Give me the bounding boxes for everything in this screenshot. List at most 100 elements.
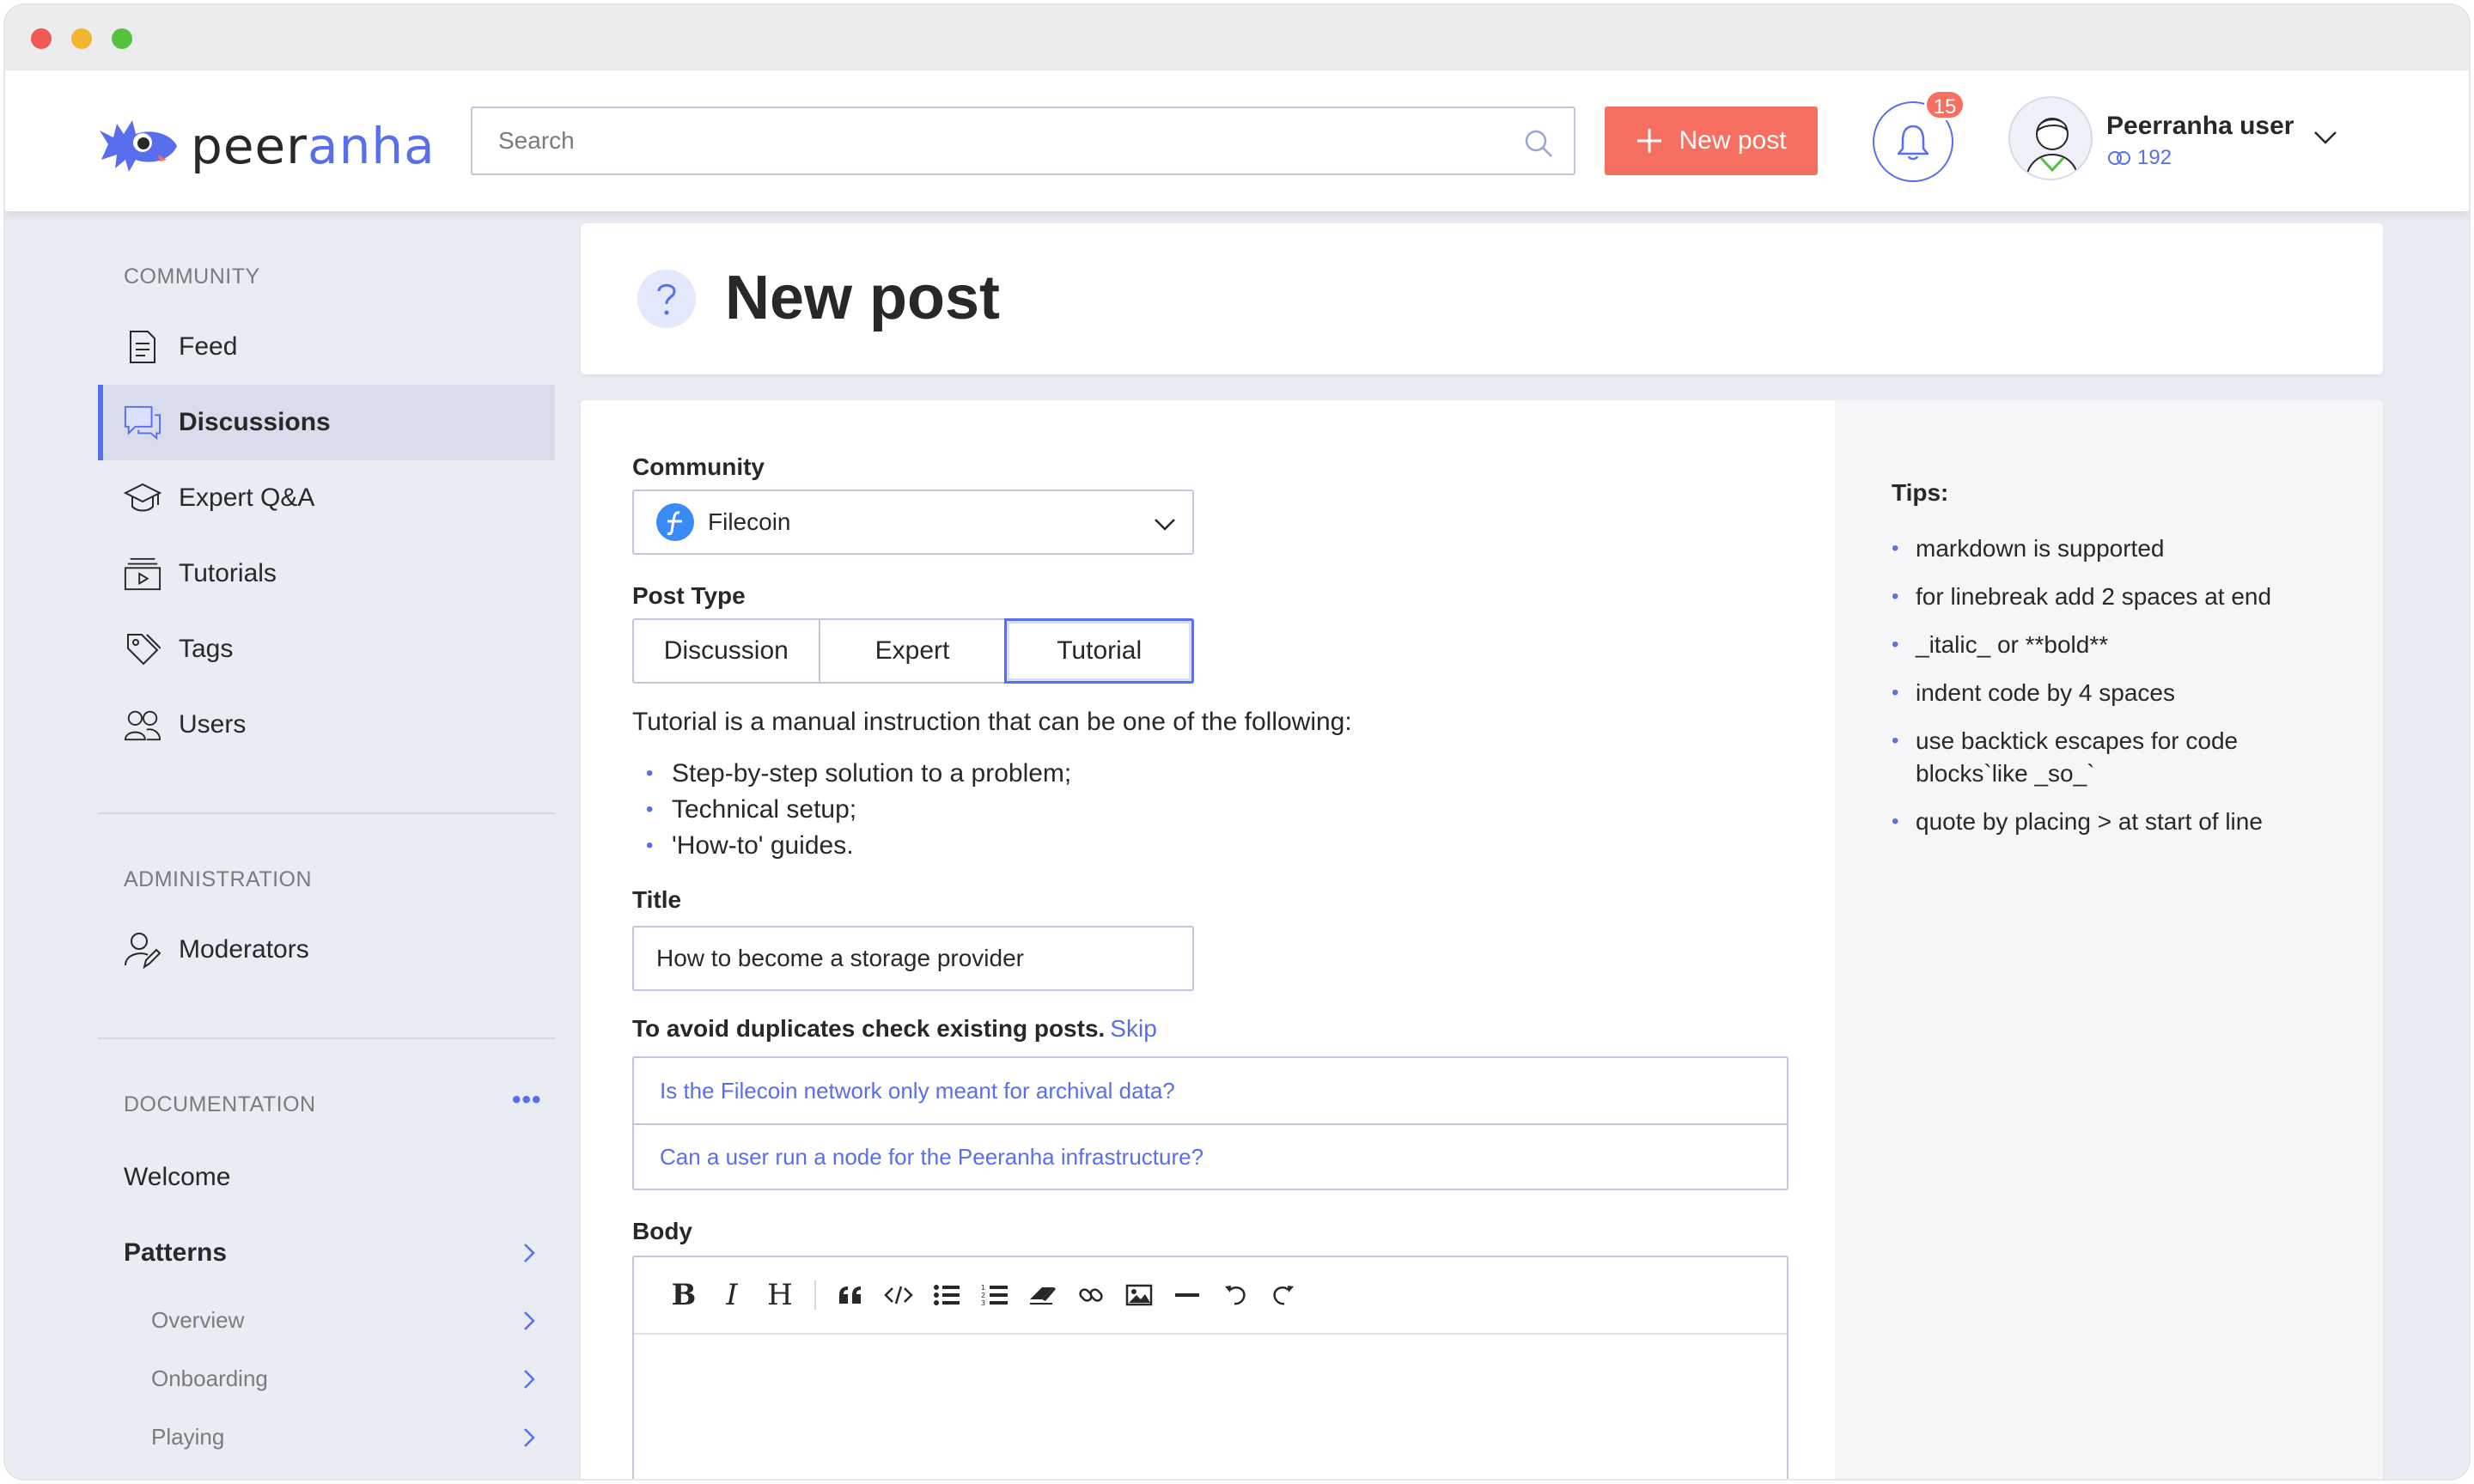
doc-subitem-label: Overview: [151, 1307, 245, 1333]
similar-post-link[interactable]: Can a user run a node for the Peeranha i…: [634, 1123, 1787, 1189]
tips-title: Tips:: [1892, 479, 1949, 506]
sidebar-item-tags[interactable]: Tags: [98, 611, 555, 687]
numbered-list-icon[interactable]: 123: [971, 1271, 1019, 1319]
close-window-button[interactable]: [31, 28, 52, 49]
doc-item-welcome[interactable]: Welcome: [124, 1163, 536, 1192]
documentation-heading: DOCUMENTATION: [124, 1092, 316, 1116]
doc-item-patterns[interactable]: Patterns: [124, 1238, 536, 1268]
horizontal-rule-icon[interactable]: [1163, 1271, 1211, 1319]
list-item: 'How-to' guides.: [646, 828, 1071, 864]
new-post-label: New post: [1679, 126, 1787, 155]
sidebar-item-feed[interactable]: Feed: [98, 309, 555, 385]
post-type-selector: Discussion Expert Tutorial: [632, 618, 1195, 684]
sidebar-item-expert-qa[interactable]: Expert Q&A: [98, 460, 555, 536]
new-post-button[interactable]: New post: [1605, 106, 1818, 175]
logo-text: peeranha: [191, 117, 436, 175]
italic-button[interactable]: I: [708, 1271, 756, 1319]
tip-item: use backtick escapes for code blocks`lik…: [1892, 725, 2338, 790]
community-value: Filecoin: [708, 508, 791, 535]
svg-text:3: 3: [981, 1299, 985, 1307]
heading-button[interactable]: H: [756, 1271, 804, 1319]
chevron-right-icon: [522, 1242, 536, 1264]
logo[interactable]: peeranha: [98, 112, 436, 180]
mascot-icon: [98, 112, 184, 180]
search-input[interactable]: [472, 108, 1574, 173]
post-type-label: Post Type: [632, 582, 746, 609]
community-select[interactable]: Filecoin: [632, 490, 1194, 555]
title-label: Title: [632, 886, 682, 913]
quote-icon[interactable]: [826, 1271, 874, 1319]
skip-link[interactable]: Skip: [1110, 1015, 1156, 1042]
doc-subitem-playing[interactable]: Playing: [151, 1424, 536, 1451]
doc-subitem-label: Onboarding: [151, 1365, 268, 1391]
app-window: peeranha New post 15: [5, 5, 2469, 1479]
search-icon[interactable]: [1524, 129, 1553, 158]
graduation-cap-icon: [124, 479, 161, 517]
svg-text:2: 2: [981, 1292, 985, 1299]
similar-post-link[interactable]: Is the Filecoin network only meant for a…: [634, 1058, 1787, 1123]
page-header-card: New post: [581, 223, 2383, 374]
notification-count-badge: 15: [1924, 89, 1965, 120]
tip-item: for linebreak add 2 spaces at end: [1892, 581, 2338, 613]
post-type-tutorial[interactable]: Tutorial: [1004, 618, 1195, 684]
administration-heading: ADMINISTRATION: [124, 867, 313, 891]
sidebar-item-tutorials[interactable]: Tutorials: [98, 536, 555, 611]
sidebar-item-label: Feed: [179, 332, 238, 361]
chevron-down-icon[interactable]: [2313, 129, 2338, 146]
chevron-right-icon: [522, 1426, 536, 1449]
users-icon: [124, 706, 161, 744]
bold-button[interactable]: B: [660, 1271, 708, 1319]
doc-subitem-onboarding[interactable]: Onboarding: [151, 1365, 536, 1392]
user-rating-value: 192: [2137, 146, 2172, 169]
post-type-bullets: Step-by-step solution to a problem; Tech…: [646, 756, 1071, 864]
minimize-window-button[interactable]: [71, 28, 92, 49]
tip-item: markdown is supported: [1892, 532, 2338, 565]
avatar[interactable]: [2008, 96, 2093, 180]
similar-posts-list: Is the Filecoin network only meant for a…: [632, 1056, 1788, 1190]
code-icon[interactable]: [874, 1271, 923, 1319]
doc-subitem-label: Playing: [151, 1424, 225, 1450]
redo-icon[interactable]: [1259, 1271, 1307, 1319]
sidebar-item-label: Discussions: [179, 408, 331, 436]
sidebar-item-users[interactable]: Users: [98, 687, 555, 763]
title-bar: [5, 5, 2469, 70]
sidebar-item-moderators[interactable]: Moderators: [98, 912, 555, 988]
sidebar-item-label: Users: [179, 710, 247, 739]
post-type-discussion[interactable]: Discussion: [632, 618, 820, 684]
community-label: Community: [632, 453, 765, 480]
doc-item-label: Patterns: [124, 1238, 228, 1267]
user-rating: 192: [2106, 146, 2172, 170]
image-icon[interactable]: [1115, 1271, 1163, 1319]
toolbar-divider: [814, 1280, 816, 1310]
sidebar-item-label: Moderators: [179, 935, 309, 964]
eraser-icon[interactable]: [1019, 1271, 1067, 1319]
filecoin-icon: [656, 503, 694, 541]
body-editor[interactable]: B I H 123: [632, 1256, 1788, 1479]
chevron-right-icon: [522, 1310, 536, 1332]
documentation-more-button[interactable]: •••: [512, 1086, 542, 1115]
doc-item-label: Welcome: [124, 1163, 231, 1191]
editor-toolbar: B I H 123: [634, 1257, 1787, 1335]
bullet-list-icon[interactable]: [923, 1271, 971, 1319]
svg-text:1: 1: [981, 1284, 985, 1292]
community-heading: COMMUNITY: [124, 265, 260, 289]
link-icon[interactable]: [1067, 1271, 1115, 1319]
sidebar-item-discussions[interactable]: Discussions: [98, 385, 555, 460]
bell-icon: [1896, 123, 1930, 161]
chat-icon: [124, 404, 161, 441]
maximize-window-button[interactable]: [112, 28, 132, 49]
list-item: Technical setup;: [646, 792, 1071, 828]
undo-icon[interactable]: [1211, 1271, 1259, 1319]
duplicates-text: To avoid duplicates check existing posts…: [632, 1015, 1106, 1042]
page-title: New post: [725, 264, 1001, 332]
post-type-expert[interactable]: Expert: [818, 618, 1007, 684]
chevron-down-icon: [1153, 512, 1177, 536]
user-name[interactable]: Peerranha user: [2106, 112, 2294, 141]
question-icon: [636, 268, 698, 330]
body-label: Body: [632, 1218, 692, 1244]
duplicates-hint: To avoid duplicates check existing posts…: [632, 1015, 1157, 1043]
video-icon: [124, 555, 161, 593]
tips-list: markdown is supported for linebreak add …: [1892, 532, 2338, 854]
doc-subitem-overview[interactable]: Overview: [151, 1307, 536, 1334]
title-input[interactable]: [634, 928, 1192, 989]
